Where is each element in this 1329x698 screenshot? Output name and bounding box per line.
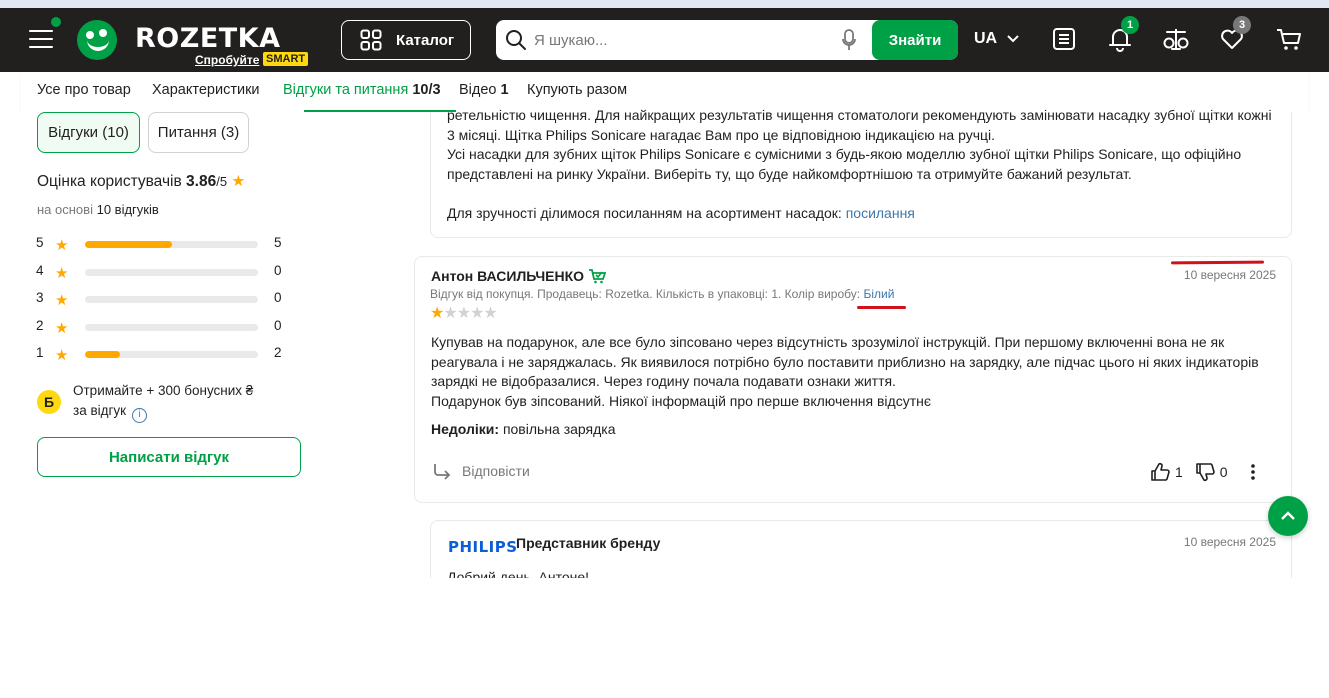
tab-characteristics[interactable]: Характеристики: [152, 82, 260, 98]
color-annotation-underline: [857, 306, 906, 309]
more-options-icon[interactable]: [1250, 463, 1256, 486]
wishlist-badge: 3: [1233, 16, 1251, 34]
catalog-label: Каталог: [396, 31, 455, 49]
scroll-to-top-button[interactable]: [1268, 496, 1308, 536]
reply-arrow-icon: [434, 464, 451, 480]
rating-row[interactable]: 2 ★ 0: [36, 318, 296, 338]
menu-icon[interactable]: [29, 30, 53, 50]
likes-count: 1: [1175, 464, 1183, 480]
rating-row[interactable]: 1 ★ 2: [36, 345, 296, 365]
reviews-sidebar: Відгуки (10) Питання (3) Оцінка користув…: [21, 112, 401, 578]
bonus-icon: Б: [37, 390, 61, 414]
thumbs-down-icon: [1195, 463, 1215, 482]
bell-icon[interactable]: 1: [1107, 16, 1139, 54]
review-text: Купував на подарунок, але все було зіпсо…: [431, 334, 1259, 409]
rating-value: 3.86: [186, 173, 217, 190]
star-icon: ★: [55, 292, 69, 309]
chevron-down-icon: [1007, 35, 1019, 43]
write-review-button[interactable]: Написати відгук: [37, 437, 301, 477]
info-icon[interactable]: i: [132, 407, 148, 423]
star-icon: ★: [55, 347, 69, 364]
catalog-button[interactable]: Каталог: [341, 20, 471, 60]
nozzles-link[interactable]: посилання: [846, 205, 915, 221]
verified-buyer-cart-icon: [589, 269, 607, 284]
language-label: UA: [974, 30, 998, 47]
thumbs-up-icon: [1151, 462, 1170, 481]
notification-dot: [49, 15, 63, 29]
site-header: ROZETKA Спробуйте SMART Каталог Знайти U…: [0, 8, 1329, 72]
brand-reply-date: 10 вересня 2025: [1183, 535, 1276, 549]
language-selector[interactable]: UA: [974, 30, 1019, 48]
star-icon: ★: [55, 237, 69, 254]
review-date: 10 вересня 2025: [1183, 268, 1276, 282]
logo-promo-text[interactable]: Спробуйте: [195, 53, 259, 67]
review-card: Антон ВАСИЛЬЧЕНКО 10 вересня 2025 Відгук…: [414, 256, 1292, 503]
rating-bar-fill: [85, 351, 120, 358]
filter-questions-button[interactable]: Питання (3): [148, 112, 249, 153]
logo-smart-badge[interactable]: SMART: [263, 52, 309, 66]
orders-list-icon[interactable]: [1051, 26, 1079, 54]
tab-reviews-questions[interactable]: Відгуки та питання 10/3: [283, 82, 441, 98]
bonus-text: Отримайте + 300 бонусних ₴ за відгук i: [73, 381, 293, 423]
review-meta: Відгук від покупця. Продавець: Rozetka. …: [430, 287, 895, 301]
rating-row[interactable]: 4 ★ 0: [36, 263, 296, 283]
rozetka-logo[interactable]: ROZETKA Спробуйте SMART: [77, 19, 322, 69]
compare-scales-icon[interactable]: [1162, 26, 1190, 54]
search-input[interactable]: [534, 28, 834, 52]
tab-all-about-product[interactable]: Усе про товар: [37, 82, 131, 98]
dislike-button[interactable]: 0: [1195, 462, 1228, 482]
review-rating-stars: ★★★★★: [430, 305, 498, 322]
search-icon: [506, 30, 526, 50]
review-cons: Недоліки: повільна зарядка: [431, 421, 616, 437]
seller-reply-card: ретельністю чищення. Для найкращих резул…: [430, 107, 1292, 238]
search-button[interactable]: Знайти: [872, 20, 958, 60]
heart-icon[interactable]: 3: [1219, 16, 1251, 54]
logo-text: ROZETKA: [135, 23, 281, 54]
rating-based-on: на основі 10 відгуків: [37, 202, 159, 217]
logo-face-icon: [77, 20, 117, 60]
star-icon: ★: [55, 265, 69, 282]
browser-top-strip: [0, 0, 1329, 8]
brand-representative-label: Представник бренду: [516, 535, 661, 551]
philips-logo: PHILIPS: [448, 538, 518, 556]
cart-icon[interactable]: [1275, 26, 1303, 54]
dislikes-count: 0: [1219, 464, 1228, 480]
page-bottom-blank: [0, 578, 1329, 698]
tab-video[interactable]: Відео 1: [459, 82, 509, 98]
review-votes: 1 0: [1150, 462, 1240, 482]
grid-icon: [360, 29, 382, 51]
microphone-icon[interactable]: [842, 29, 856, 51]
search-bar: Знайти: [496, 20, 958, 60]
rating-row[interactable]: 5 ★ 5: [36, 235, 296, 255]
like-button[interactable]: 1: [1150, 462, 1183, 482]
filter-reviews-button[interactable]: Відгуки (10): [37, 112, 140, 153]
tab-bought-together[interactable]: Купують разом: [527, 82, 627, 98]
notifications-badge: 1: [1121, 16, 1139, 34]
star-icon: ★: [231, 173, 246, 190]
rating-row[interactable]: 3 ★ 0: [36, 290, 296, 310]
seller-reply-text: ретельністю чищення. Для найкращих резул…: [447, 107, 1272, 221]
product-color-link[interactable]: Білий: [863, 287, 894, 301]
rating-bar-fill: [85, 241, 172, 248]
chevron-up-icon: [1281, 511, 1295, 520]
star-icon: ★: [55, 320, 69, 337]
reviews-list: ретельністю чищення. Для найкращих резул…: [401, 107, 1308, 600]
reply-button[interactable]: Відповісти: [432, 462, 530, 480]
user-rating-title: Оцінка користувачів 3.86/5 ★: [37, 173, 246, 190]
review-author: Антон ВАСИЛЬЧЕНКО: [431, 268, 607, 284]
